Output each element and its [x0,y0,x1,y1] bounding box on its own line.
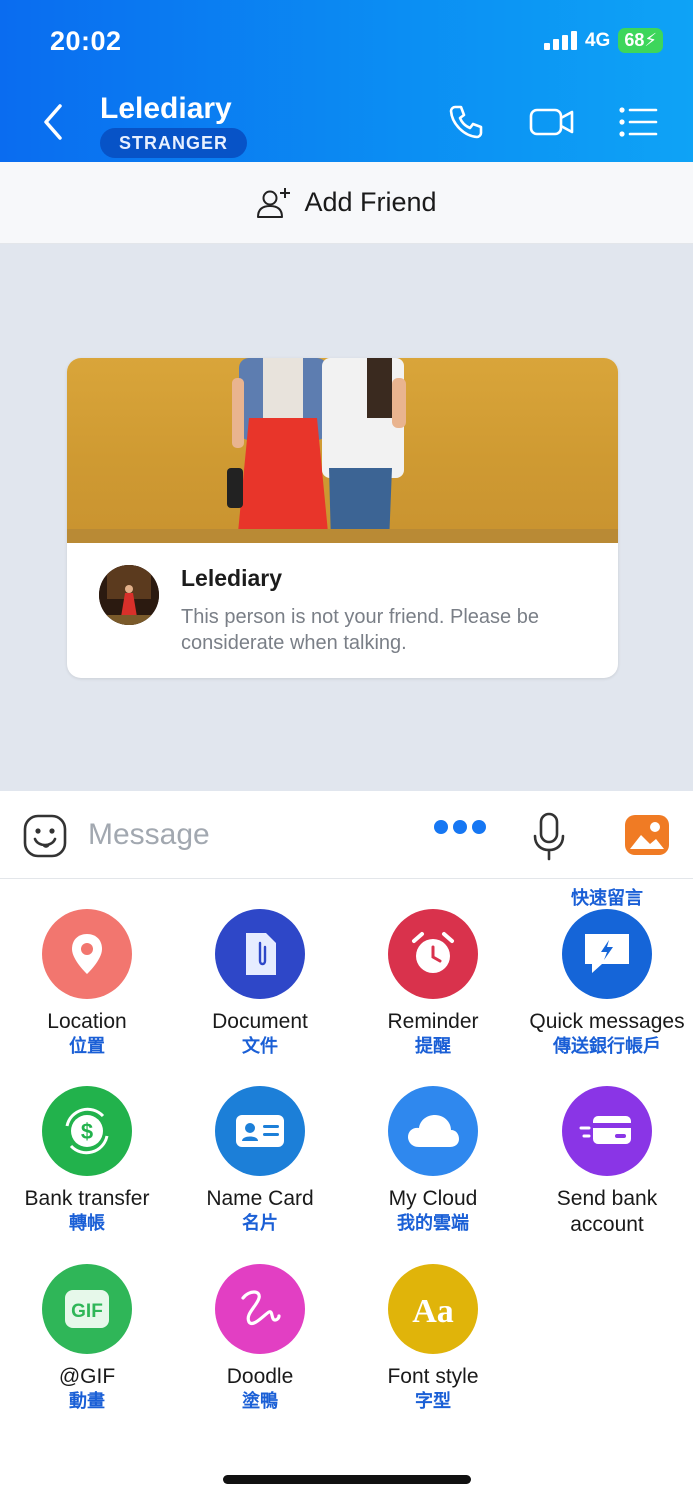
font-style-sublabel: 字型 [415,1391,451,1411]
name-card-label: Name Card [206,1187,314,1210]
document-sublabel: 文件 [242,1036,278,1056]
reminder-action[interactable]: Reminder 提醒 [348,909,518,1057]
mic-icon [533,812,565,861]
bank-transfer-sublabel: 轉帳 [69,1213,105,1233]
chat-title[interactable]: Lelediary [100,92,232,126]
card-name: Lelediary [181,565,282,591]
battery-level: 68 [624,30,645,50]
add-friend-button[interactable]: Add Friend [0,162,693,244]
font-style-label: Font style [387,1365,479,1388]
send-bank-account-label: Send bank account [556,1187,658,1236]
send-bank-account-action[interactable]: Send bank account [522,1086,692,1238]
home-indicator [223,1475,471,1484]
bank-transfer-icon: $ [42,1086,132,1176]
menu-button[interactable] [616,100,660,144]
emoji-button[interactable] [22,813,68,859]
quick-messages-top-sublabel: 快速留言 [571,888,643,908]
svg-text:GIF: GIF [71,1301,103,1322]
gif-icon: GIF [42,1264,132,1354]
bank-card-icon [562,1086,652,1176]
cloud-icon [388,1086,478,1176]
gif-label: @GIF [58,1365,116,1388]
chat-area: Lelediary This person is not your friend… [0,244,693,791]
status-indicators: 4G 68⚡ [543,28,663,53]
svg-text:Aa: Aa [412,1293,454,1329]
add-friend-label: Add Friend [304,187,437,217]
more-button[interactable] [434,819,486,835]
gif-action[interactable]: GIF @GIF 動畫 [2,1264,172,1412]
message-composer [0,791,693,879]
name-card-icon [215,1086,305,1176]
phone-icon [449,105,483,139]
message-input[interactable] [88,815,408,855]
doodle-label: Doodle [226,1365,294,1388]
quick-messages-label: Quick messages [529,1010,685,1033]
image-icon [625,815,669,855]
my-cloud-action[interactable]: My Cloud 我的雲端 [348,1086,518,1234]
document-icon [215,909,305,999]
cover-photo [67,358,618,543]
doodle-action[interactable]: Doodle 塗鴨 [175,1264,345,1412]
my-cloud-sublabel: 我的雲端 [397,1213,469,1233]
more-icon [434,820,448,834]
gif-sublabel: 動畫 [69,1391,105,1411]
signal-icon [543,31,577,50]
call-button[interactable] [444,100,488,144]
battery-icon: 68⚡ [618,28,663,53]
bank-transfer-action[interactable]: $ Bank transfer 轉帳 [2,1086,172,1234]
location-sublabel: 位置 [69,1036,105,1056]
profile-card[interactable]: Lelediary This person is not your friend… [67,358,618,678]
my-cloud-label: My Cloud [388,1187,478,1210]
reminder-sublabel: 提醒 [415,1036,451,1056]
quick-messages-action[interactable]: Quick messages 傳送銀行帳戶 [522,909,692,1057]
name-card-sublabel: 名片 [242,1213,278,1233]
location-action[interactable]: Location 位置 [2,909,172,1057]
reminder-label: Reminder [387,1010,479,1033]
bank-transfer-label: Bank transfer [24,1187,150,1210]
card-description: This person is not your friend. Please b… [181,606,539,654]
quick-messages-sublabel: 傳送銀行帳戶 [553,1036,661,1056]
document-action[interactable]: Document 文件 [175,909,345,1057]
mic-button[interactable] [532,812,566,862]
status-time: 20:02 [50,26,122,56]
network-type: 4G [584,29,611,51]
font-style-icon: Aa [388,1264,478,1354]
list-icon [619,107,658,137]
image-button[interactable] [624,813,670,857]
stranger-badge: STRANGER [100,128,248,158]
quick-message-icon [562,909,652,999]
font-style-action[interactable]: Aa Font style 字型 [348,1264,518,1412]
alarm-icon [388,909,478,999]
location-label: Location [47,1010,127,1033]
doodle-icon [215,1264,305,1354]
emoji-icon [23,814,67,858]
doodle-sublabel: 塗鴨 [242,1391,278,1411]
document-label: Document [212,1010,308,1033]
back-button[interactable] [38,102,68,142]
location-icon [42,909,132,999]
svg-text:$: $ [81,1119,93,1144]
name-card-action[interactable]: Name Card 名片 [175,1086,345,1234]
video-call-button[interactable] [528,100,576,144]
video-icon [529,108,574,136]
add-user-icon [257,187,291,218]
avatar[interactable] [99,565,159,625]
chat-header: 20:02 4G 68⚡ Lelediary STRANGER [0,0,693,162]
back-icon [44,104,62,140]
